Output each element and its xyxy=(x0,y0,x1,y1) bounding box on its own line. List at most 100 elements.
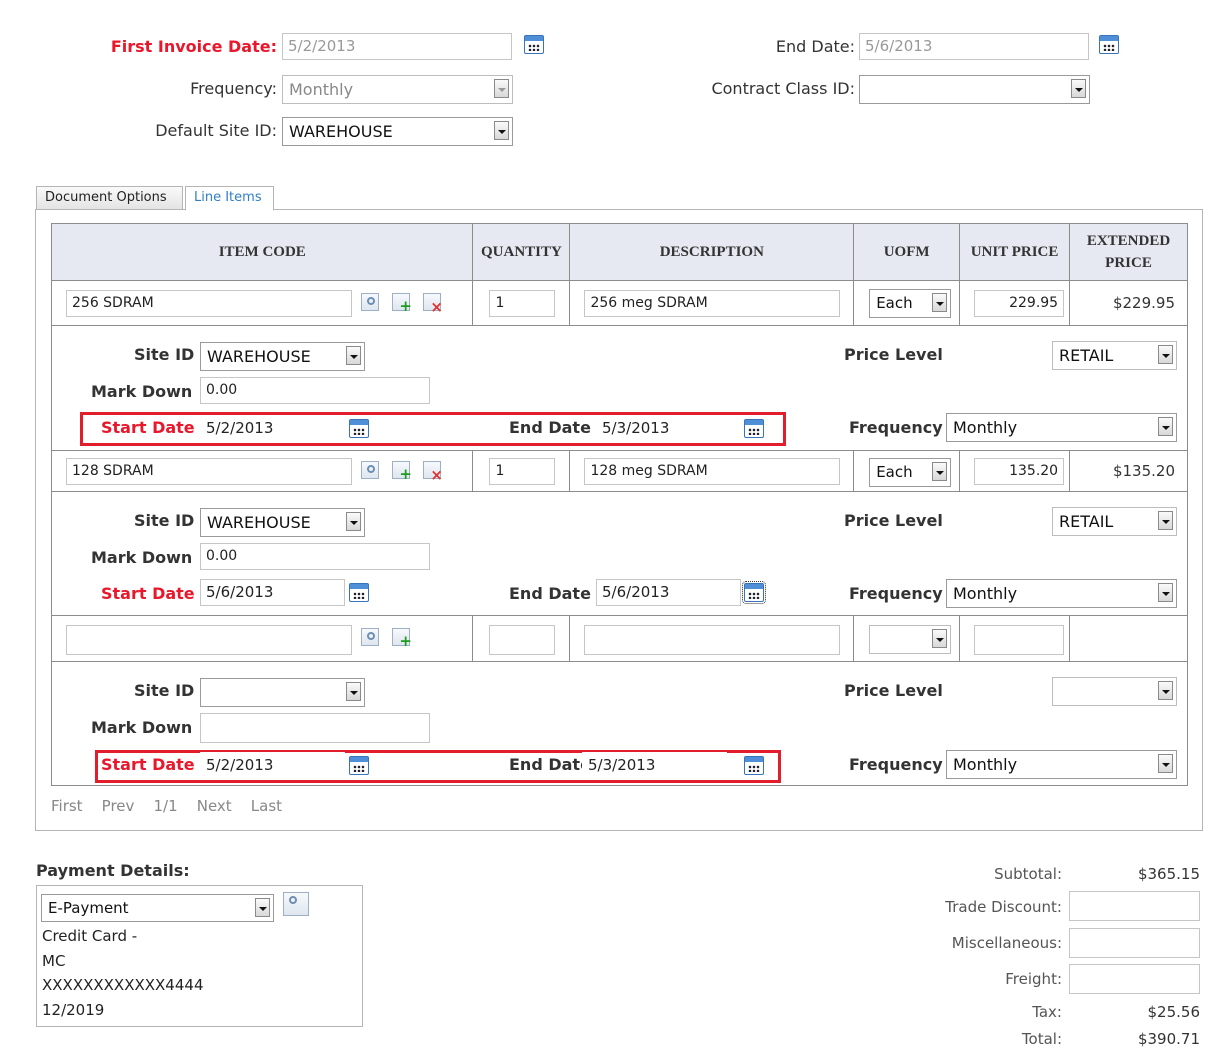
description-input[interactable] xyxy=(584,625,841,655)
pager-next[interactable]: Next xyxy=(197,797,232,815)
default-site-select[interactable]: WAREHOUSE xyxy=(282,117,513,146)
end-date-calendar-icon[interactable] xyxy=(744,756,764,775)
pager-prev[interactable]: Prev xyxy=(102,797,135,815)
add-icon[interactable] xyxy=(392,461,412,483)
delete-icon[interactable] xyxy=(423,293,443,316)
lookup-icon[interactable] xyxy=(361,461,379,479)
chevron-down-icon[interactable] xyxy=(1158,754,1173,773)
description-input[interactable]: 256 meg SDRAM xyxy=(584,290,841,317)
payment-method-select[interactable]: E-Payment xyxy=(41,894,274,922)
frequency-select[interactable]: Monthly xyxy=(946,413,1177,442)
price-level-select[interactable]: RETAIL xyxy=(1052,507,1177,536)
end-date-calendar-icon[interactable] xyxy=(1099,35,1119,54)
pager-last[interactable]: Last xyxy=(251,797,282,815)
quantity-input[interactable]: 1 xyxy=(489,290,556,317)
chevron-down-icon[interactable] xyxy=(346,512,361,531)
uofm-value: Each xyxy=(876,463,913,481)
site-id-select[interactable]: WAREHOUSE xyxy=(200,342,365,371)
frequency-select[interactable]: Monthly xyxy=(282,75,513,104)
start-date-label: Start Date xyxy=(101,584,195,603)
chevron-down-icon[interactable] xyxy=(932,293,948,312)
price-level-select[interactable] xyxy=(1052,677,1177,706)
site-id-label: Site ID xyxy=(134,511,195,530)
end-date-input[interactable]: 5/6/2013 xyxy=(596,579,741,606)
contract-class-select[interactable] xyxy=(859,75,1090,104)
end-date-input[interactable]: 5/3/2013 xyxy=(582,752,727,779)
mark-down-input[interactable]: 0.00 xyxy=(200,543,430,570)
start-date-calendar-icon[interactable] xyxy=(349,583,369,602)
first-invoice-date-calendar-icon[interactable] xyxy=(524,35,544,54)
column-header-unit-price: UNIT PRICE xyxy=(959,223,1070,281)
delete-icon[interactable] xyxy=(423,461,443,484)
mark-down-input[interactable] xyxy=(200,713,430,743)
chevron-down-icon[interactable] xyxy=(1158,583,1173,602)
mark-down-input[interactable]: 0.00 xyxy=(200,377,430,404)
add-icon[interactable] xyxy=(392,628,412,650)
payment-details-box: E-Payment Credit Card - MC XXXXXXXXXXXX4… xyxy=(36,885,363,1027)
site-id-select[interactable]: WAREHOUSE xyxy=(200,508,365,537)
chevron-down-icon[interactable] xyxy=(255,898,270,917)
chevron-down-icon[interactable] xyxy=(1158,417,1173,436)
site-id-select[interactable] xyxy=(200,678,365,707)
miscellaneous-input[interactable] xyxy=(1069,928,1200,958)
default-site-select-value: WAREHOUSE xyxy=(289,122,393,141)
start-date-input[interactable]: 5/6/2013 xyxy=(200,579,345,606)
unit-price-input[interactable]: 229.95 xyxy=(974,290,1065,317)
trade-discount-input[interactable] xyxy=(1069,891,1200,921)
chevron-down-icon[interactable] xyxy=(1158,511,1173,530)
chevron-down-icon[interactable] xyxy=(1158,681,1173,700)
tax-label: Tax: xyxy=(1032,1003,1062,1021)
end-date-label: End Date xyxy=(509,418,591,437)
frequency-select[interactable]: Monthly xyxy=(946,579,1177,608)
price-level-label: Price Level xyxy=(844,345,943,364)
end-date-field[interactable]: 5/6/2013 xyxy=(859,33,1089,60)
pager-first[interactable]: First xyxy=(51,797,83,815)
description-input[interactable]: 128 meg SDRAM xyxy=(584,458,841,485)
chevron-down-icon[interactable] xyxy=(494,121,509,140)
start-date-input[interactable]: 5/2/2013 xyxy=(200,752,345,779)
lookup-icon[interactable] xyxy=(361,628,379,646)
pager-page: 1/1 xyxy=(153,797,178,815)
total-label: Total: xyxy=(1021,1030,1062,1048)
chevron-down-icon[interactable] xyxy=(346,346,361,365)
quantity-input[interactable]: 1 xyxy=(489,458,556,485)
unit-price-input[interactable] xyxy=(974,625,1065,655)
start-date-label: Start Date xyxy=(101,418,195,437)
frequency-select[interactable]: Monthly xyxy=(946,750,1177,779)
unit-price-input[interactable]: 135.20 xyxy=(974,458,1065,485)
first-invoice-date-label: First Invoice Date: xyxy=(110,37,277,56)
chevron-down-icon[interactable] xyxy=(1158,345,1173,364)
end-date-calendar-icon[interactable] xyxy=(742,581,766,604)
chevron-down-icon[interactable] xyxy=(932,629,948,648)
chevron-down-icon[interactable] xyxy=(494,79,509,98)
item-code-input[interactable]: 128 SDRAM xyxy=(66,458,352,485)
pager: First Prev 1/1 Next Last xyxy=(51,796,296,815)
chevron-down-icon[interactable] xyxy=(346,682,361,701)
extended-price-cell xyxy=(1069,615,1188,662)
frequency-label: Frequency: xyxy=(190,79,277,98)
first-invoice-date-field[interactable]: 5/2/2013 xyxy=(282,33,512,60)
end-date-input[interactable]: 5/3/2013 xyxy=(596,415,741,442)
tab-document-options[interactable]: Document Options xyxy=(36,186,183,210)
frequency-label: Frequency xyxy=(849,418,943,437)
payment-details-label: Payment Details: xyxy=(36,861,190,880)
lookup-icon[interactable] xyxy=(361,293,379,311)
uofm-select[interactable]: Each xyxy=(869,458,952,487)
chevron-down-icon[interactable] xyxy=(932,462,948,481)
uofm-select[interactable]: Each xyxy=(869,289,952,318)
price-level-select[interactable]: RETAIL xyxy=(1052,341,1177,370)
uofm-select[interactable] xyxy=(869,625,952,654)
total-value: $390.71 xyxy=(1137,1030,1200,1048)
end-date-calendar-icon[interactable] xyxy=(744,419,764,438)
add-icon[interactable] xyxy=(392,293,412,315)
start-date-calendar-icon[interactable] xyxy=(349,419,369,438)
quantity-input[interactable] xyxy=(489,625,556,655)
tab-line-items[interactable]: Line Items xyxy=(185,186,274,211)
chevron-down-icon[interactable] xyxy=(1071,79,1086,98)
start-date-calendar-icon[interactable] xyxy=(349,756,369,775)
item-code-input[interactable]: 256 SDRAM xyxy=(66,290,352,317)
start-date-input[interactable]: 5/2/2013 xyxy=(200,415,345,442)
item-code-input[interactable] xyxy=(66,625,352,655)
freight-input[interactable] xyxy=(1069,964,1200,994)
payment-lookup-icon[interactable] xyxy=(283,892,309,916)
